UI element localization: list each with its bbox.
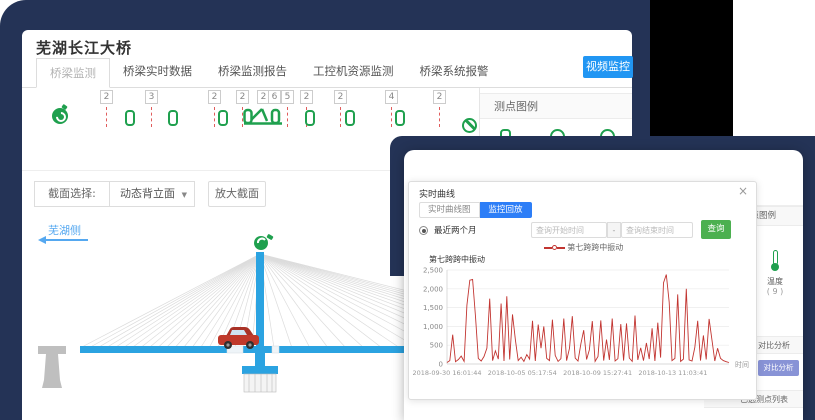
pylon-top-sensor-icon bbox=[254, 234, 274, 250]
legend-text: 第七跨跨中振动 bbox=[567, 243, 623, 252]
screenshot-stage: 芜湖长江大桥 桥梁监测桥梁实时数据桥梁监测报告工控机资源监测桥梁系统报警 视频监… bbox=[0, 0, 815, 420]
sensor-count-box: 2 bbox=[433, 90, 446, 104]
link-sensor-icon[interactable] bbox=[168, 110, 178, 126]
sensor-dashed-marker bbox=[340, 107, 341, 127]
sensor-dashed-marker bbox=[106, 107, 107, 127]
main-tab-1[interactable]: 桥梁实时数据 bbox=[110, 57, 205, 87]
sensor-dashed-marker bbox=[439, 107, 440, 127]
sensor-count-box: 5 bbox=[281, 90, 294, 104]
tab-monitor-playback[interactable]: 监控回放 bbox=[480, 202, 532, 218]
dialog-tabs: 实时曲线图 监控回放 bbox=[419, 202, 532, 218]
dialog-title: 实时曲线 bbox=[419, 187, 455, 200]
section-select-value: 动态背立面 bbox=[120, 187, 175, 200]
deck-joint bbox=[272, 346, 279, 353]
black-masked-area bbox=[650, 0, 733, 147]
disabled-sensor-icon[interactable] bbox=[462, 118, 477, 133]
svg-text:1,000: 1,000 bbox=[423, 323, 443, 331]
pile-cap bbox=[242, 366, 278, 374]
sensor-dashed-marker bbox=[151, 107, 152, 127]
legend-marker-line bbox=[557, 247, 565, 249]
section-select-label: 截面选择: bbox=[34, 181, 110, 207]
main-tabs: 桥梁监测桥梁实时数据桥梁监测报告工控机资源监测桥梁系统报警 bbox=[22, 58, 632, 88]
svg-text:1,500: 1,500 bbox=[423, 304, 443, 312]
sensor-dashed-marker bbox=[287, 107, 288, 127]
car bbox=[218, 327, 259, 349]
link-sensor-icon[interactable] bbox=[218, 110, 228, 126]
sensor-dashed-marker bbox=[242, 107, 243, 127]
svg-text:2,500: 2,500 bbox=[423, 267, 443, 275]
sensor-count-box: 6 bbox=[268, 90, 281, 104]
svg-text:时间: 时间 bbox=[735, 360, 749, 369]
sensor-count-box: 4 bbox=[385, 90, 398, 104]
realtime-curve-dialog: 实时曲线 × 实时曲线图 监控回放 最近两个月 - 查询 第七跨跨中振动 第七跨… bbox=[408, 181, 757, 400]
enlarge-section-button[interactable]: 放大截面 bbox=[208, 181, 266, 207]
svg-text:2018-09-30 16:01:44: 2018-09-30 16:01:44 bbox=[412, 369, 481, 377]
query-end-time-input[interactable] bbox=[621, 222, 693, 238]
recent-two-months-label: 最近两个月 bbox=[434, 224, 477, 236]
popup-window: 测点图例 温度 ( 9 ) 对比分析 对比分析 已选测点列表 实时曲线 × 实时… bbox=[404, 150, 803, 420]
tab-realtime-curve[interactable]: 实时曲线图 bbox=[419, 202, 480, 218]
pile-group bbox=[244, 374, 276, 392]
sensor-dashed-marker bbox=[391, 107, 392, 127]
truss-sensor-icon[interactable] bbox=[243, 106, 283, 126]
sensor-count-box: 2 bbox=[334, 90, 347, 104]
link-sensor-icon[interactable] bbox=[305, 110, 315, 126]
sensor-count-box: 2 bbox=[100, 90, 113, 104]
query-button[interactable]: 查询 bbox=[701, 220, 731, 239]
svg-text:0: 0 bbox=[439, 361, 443, 369]
link-sensor-icon[interactable] bbox=[125, 110, 135, 126]
gauge-sensor-icon[interactable] bbox=[52, 108, 68, 124]
svg-text:500: 500 bbox=[430, 342, 443, 350]
main-tab-4[interactable]: 桥梁系统报警 bbox=[407, 57, 502, 87]
sensor-count-box: 2 bbox=[300, 90, 313, 104]
chart-legend[interactable]: 第七跨跨中振动 bbox=[409, 242, 758, 253]
link-sensor-icon[interactable] bbox=[395, 110, 405, 126]
page-title: 芜湖长江大桥 bbox=[36, 37, 132, 58]
date-range-separator: - bbox=[607, 222, 621, 238]
section-select-dropdown[interactable]: 动态背立面 ▼ bbox=[109, 181, 195, 207]
query-start-time-input[interactable] bbox=[531, 222, 607, 238]
sensor-count-box: 3 bbox=[145, 90, 158, 104]
link-sensor-icon[interactable] bbox=[345, 110, 355, 126]
temperature-count: ( 9 ) bbox=[760, 287, 790, 296]
compare-analysis-button[interactable]: 对比分析 bbox=[758, 360, 799, 376]
svg-text:2018-10-05 05:17:54: 2018-10-05 05:17:54 bbox=[488, 369, 557, 377]
desktop-white-area bbox=[733, 0, 815, 142]
vibration-chart: 2,5002,0001,5001,00050002018-09-30 16:01… bbox=[419, 264, 749, 394]
main-tab-3[interactable]: 工控机资源监测 bbox=[300, 57, 407, 87]
left-pier bbox=[38, 346, 66, 388]
pylon-lower bbox=[255, 353, 265, 366]
temperature-label: 温度 bbox=[760, 276, 790, 287]
recent-two-months-radio[interactable] bbox=[419, 226, 428, 235]
svg-text:2018-10-13 11:03:41: 2018-10-13 11:03:41 bbox=[638, 369, 707, 377]
legend-panel-header: 测点图例 bbox=[480, 93, 632, 119]
chevron-down-icon: ▼ bbox=[182, 182, 187, 208]
video-monitor-button[interactable]: 视频监控 bbox=[583, 56, 633, 78]
sensor-count-box: 2 bbox=[236, 90, 249, 104]
sensor-count-box: 2 bbox=[208, 90, 221, 104]
svg-text:2018-10-09 15:27:41: 2018-10-09 15:27:41 bbox=[563, 369, 632, 377]
legend-marker-line bbox=[544, 247, 552, 249]
sensor-dashed-marker bbox=[214, 107, 215, 127]
svg-text:2,000: 2,000 bbox=[423, 285, 443, 293]
thermometer-icon[interactable] bbox=[770, 250, 780, 272]
close-icon[interactable]: × bbox=[738, 184, 748, 198]
main-tab-2[interactable]: 桥梁监测报告 bbox=[205, 57, 300, 87]
main-tab-0[interactable]: 桥梁监测 bbox=[36, 58, 110, 88]
